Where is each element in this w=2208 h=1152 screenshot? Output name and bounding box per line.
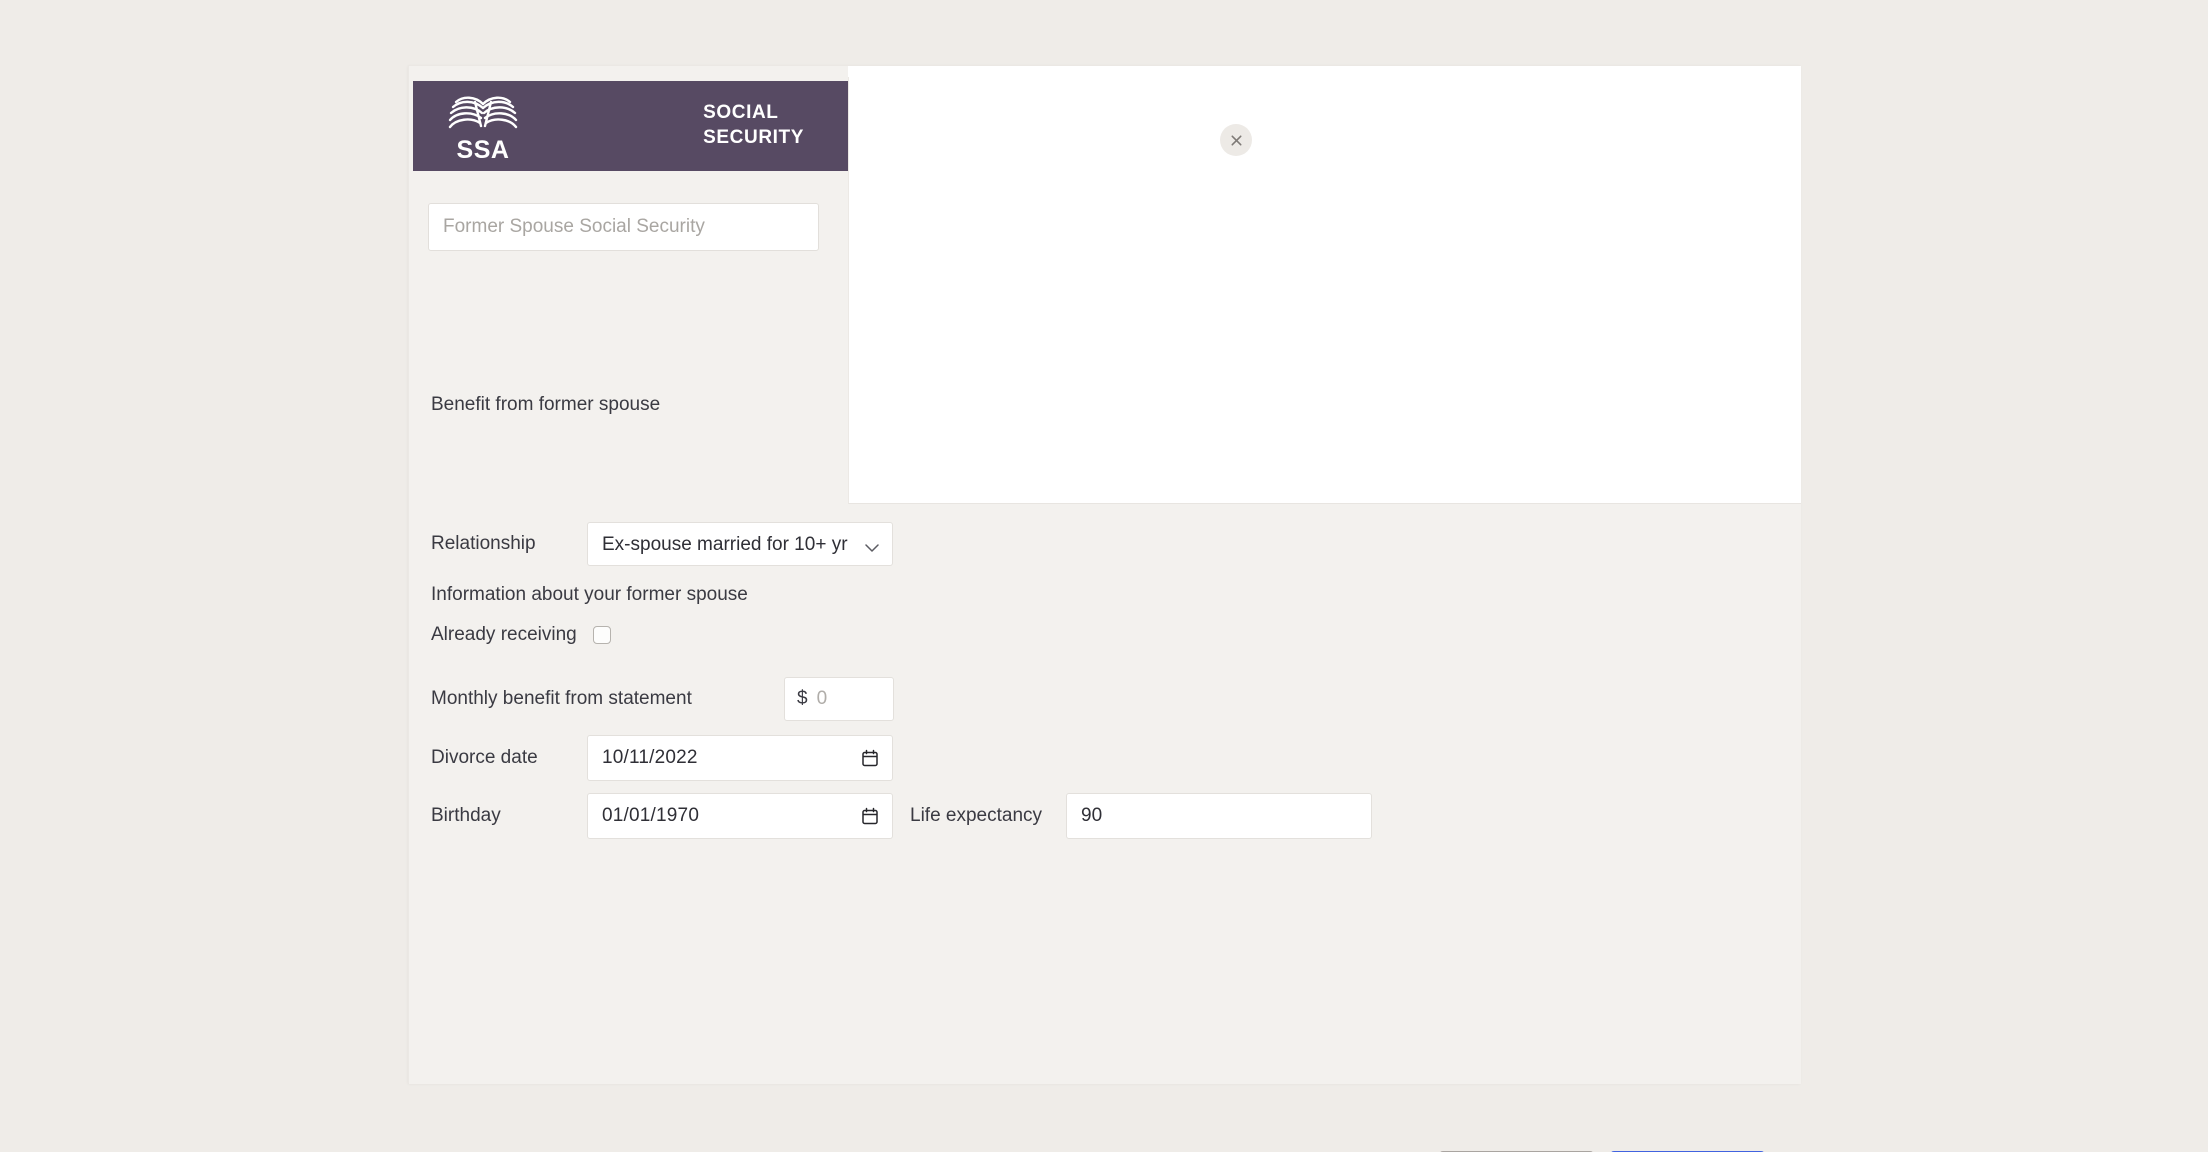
birthday-field[interactable]: 01/01/1970 — [587, 793, 893, 839]
relationship-select-wrap: Ex-spouse married for 10+ yrs — [587, 522, 893, 566]
currency-symbol: $ — [797, 688, 808, 709]
divorce-date-field[interactable]: 10/11/2022 — [587, 735, 893, 781]
already-receiving-checkbox[interactable] — [593, 626, 611, 644]
former-spouse-ssn-input[interactable] — [428, 203, 819, 251]
life-expectancy-input[interactable] — [1066, 793, 1372, 839]
relationship-label: Relationship — [431, 533, 536, 554]
life-expectancy-label: Life expectancy — [910, 805, 1043, 826]
monthly-benefit-field[interactable]: $ — [784, 677, 894, 721]
svg-text:SSA: SSA — [457, 136, 510, 162]
ssa-wordmark-line2: SECURITY — [703, 127, 804, 148]
ssa-wordmark: SOCIAL SECURITY — [703, 101, 804, 150]
modal-form-region: Relationship Ex-spouse married for 10+ y… — [409, 504, 1801, 1152]
relationship-row: Relationship Ex-spouse married for 10+ y… — [431, 522, 893, 566]
life-expectancy-row: Life expectancy — [910, 793, 1372, 839]
monthly-benefit-row: Monthly benefit from statement $ — [431, 677, 894, 721]
monthly-benefit-label: Monthly benefit from statement — [431, 688, 692, 709]
already-receiving-label: Already receiving — [431, 624, 577, 645]
divorce-date-row: Divorce date 10/11/2022 — [431, 735, 893, 781]
calendar-icon[interactable] — [862, 749, 878, 767]
former-spouse-info-caption: Information about your former spouse — [431, 584, 748, 605]
birthday-value: 01/01/1970 — [602, 805, 700, 826]
relationship-select[interactable]: Ex-spouse married for 10+ yrs — [587, 522, 893, 566]
content-white-panel — [848, 77, 1801, 504]
close-button[interactable] — [1220, 124, 1252, 156]
birthday-label: Birthday — [431, 805, 501, 826]
divorce-date-value: 10/11/2022 — [602, 747, 698, 768]
calendar-icon[interactable] — [862, 807, 878, 825]
former-spouse-modal: SSA SOCIAL SECURITY Benefit from former … — [408, 65, 1801, 1152]
close-icon — [1229, 133, 1244, 148]
ssa-wordmark-line1: SOCIAL — [703, 102, 779, 124]
page-root: SSA SOCIAL SECURITY Benefit from former … — [0, 0, 2208, 1152]
ssa-eagle-logo-icon: SSA — [437, 90, 529, 162]
monthly-benefit-input[interactable] — [816, 688, 881, 710]
divorce-date-label: Divorce date — [431, 747, 538, 768]
modal-top-region: SSA SOCIAL SECURITY Benefit from former … — [409, 66, 1801, 504]
ssa-header: SSA SOCIAL SECURITY — [413, 81, 848, 171]
benefit-from-former-spouse-caption: Benefit from former spouse — [431, 394, 661, 415]
birthday-row: Birthday 01/01/1970 — [431, 793, 893, 839]
already-receiving-row: Already receiving — [431, 624, 611, 646]
